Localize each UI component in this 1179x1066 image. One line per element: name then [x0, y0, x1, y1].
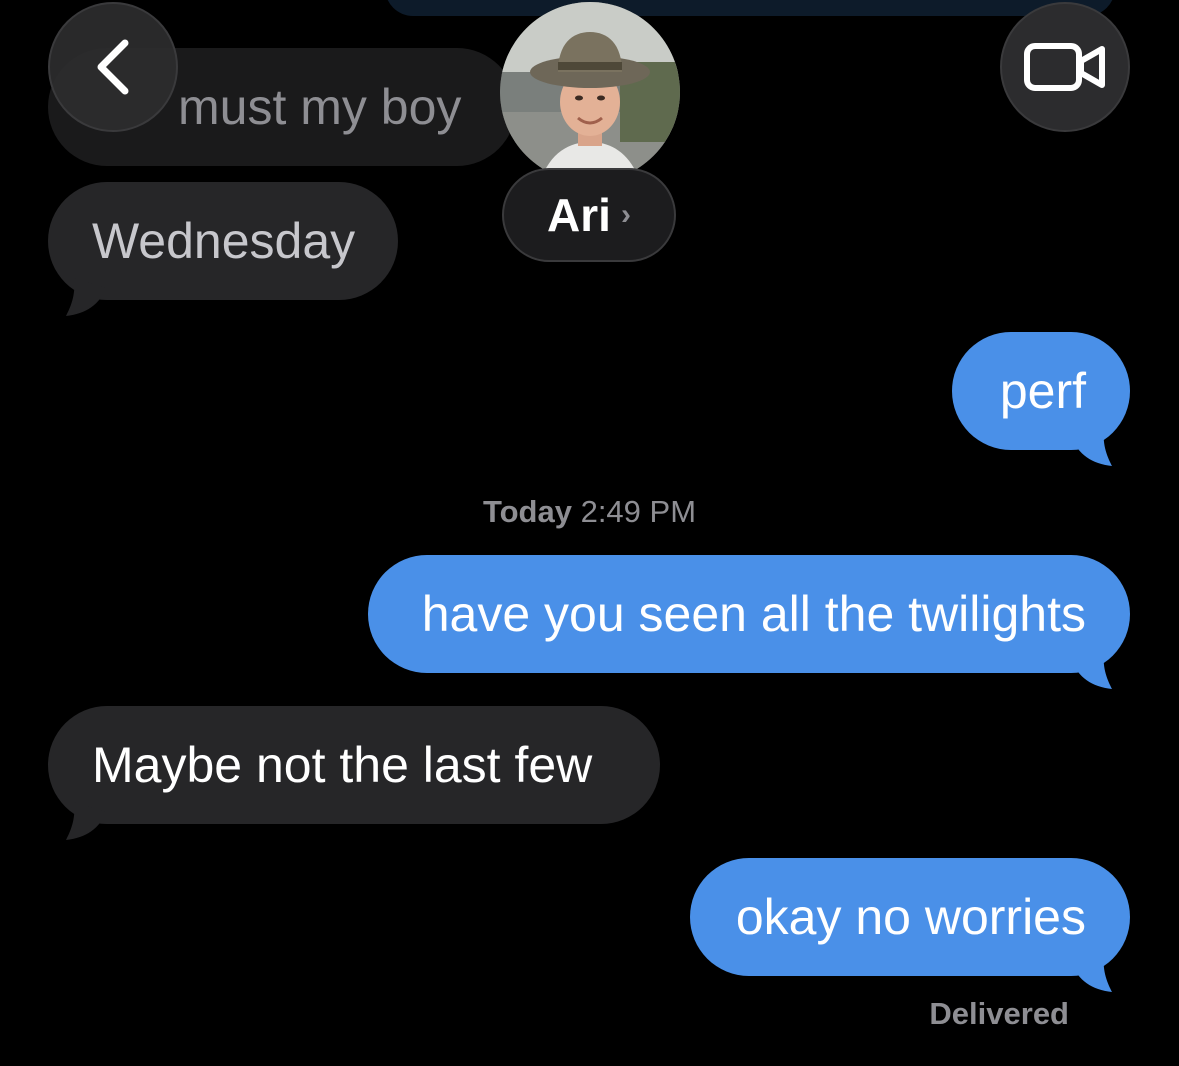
video-call-button[interactable] — [1000, 2, 1130, 132]
back-button[interactable] — [48, 2, 178, 132]
bubble-tail — [1072, 651, 1112, 689]
message-text: Maybe not the last few — [92, 737, 593, 793]
message-text: have you seen all the twilights — [421, 586, 1086, 642]
message-received[interactable]: Wednesday — [48, 182, 398, 316]
message-sent[interactable]: okay no worries — [690, 858, 1130, 992]
contact-name-button[interactable]: Ari › — [502, 168, 676, 262]
avatar-photo — [500, 2, 680, 182]
video-camera-icon — [1024, 43, 1105, 91]
message-text: perf — [999, 363, 1086, 419]
message-text: must my boy — [178, 79, 462, 135]
delivery-status: Delivered — [929, 996, 1069, 1031]
bubble-tail — [66, 278, 106, 316]
message-text: Wednesday — [92, 213, 356, 269]
timestamp-time: 2:49 PM — [580, 494, 697, 529]
message-sent[interactable]: have you seen all the twilights — [368, 555, 1130, 689]
previous-message-edge — [385, 0, 1115, 16]
timestamp-day: Today — [482, 494, 572, 529]
contact-avatar[interactable] — [500, 2, 680, 182]
message-text: okay no worries — [735, 889, 1086, 945]
bubble-tail — [66, 802, 106, 840]
bubble-tail — [1072, 954, 1112, 992]
message-received[interactable]: Maybe not the last few — [48, 706, 660, 840]
contact-name: Ari — [547, 189, 611, 241]
chevron-right-icon: › — [620, 198, 631, 231]
chevron-left-icon — [97, 39, 129, 95]
message-timestamp: Today 2:49 PM — [0, 494, 1179, 530]
bubble-tail — [1072, 428, 1112, 466]
message-sent[interactable]: perf — [952, 332, 1130, 466]
